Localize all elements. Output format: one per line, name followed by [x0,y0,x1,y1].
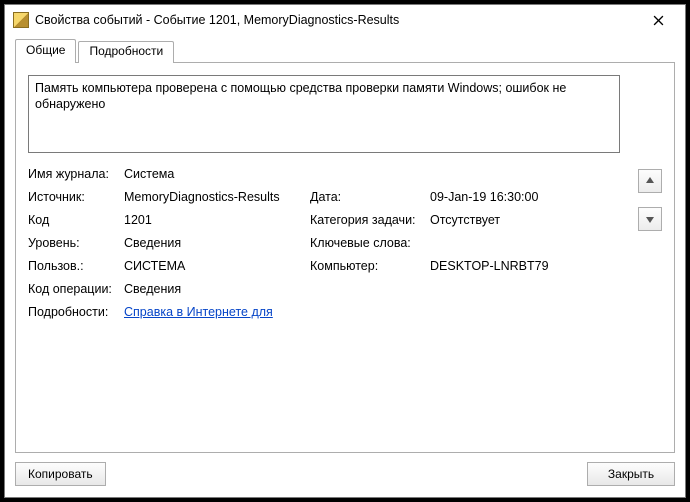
label-opcode: Код операции: [28,282,118,296]
label-level: Уровень: [28,236,118,250]
close-dialog-button[interactable]: Закрыть [587,462,675,486]
next-record-button[interactable] [638,207,662,231]
label-log-name: Имя журнала: [28,167,118,181]
label-computer: Компьютер: [310,259,424,273]
empty [430,305,580,319]
value-date: 09-Jan-19 16:30:00 [430,190,580,204]
value-opcode: Сведения [124,282,304,296]
label-keywords: Ключевые слова: [310,236,424,250]
close-button[interactable] [637,5,679,35]
copy-button[interactable]: Копировать [15,462,106,486]
tab-general[interactable]: Общие [15,39,76,63]
label-user: Пользов.: [28,259,118,273]
empty [310,305,424,319]
footer: Копировать Закрыть [15,459,675,489]
value-task-category: Отсутствует [430,213,580,227]
arrow-up-icon [645,176,655,186]
empty [430,167,580,181]
close-icon [653,15,664,26]
empty [310,282,424,296]
titlebar: Свойства событий - Событие 1201, MemoryD… [5,5,685,35]
value-event-id: 1201 [124,213,304,227]
label-more-info: Подробности: [28,305,118,319]
record-nav [638,169,662,231]
tabstrip: Общие Подробности [15,39,675,63]
value-source: MemoryDiagnostics-Results [124,190,304,204]
window-title: Свойства событий - Событие 1201, MemoryD… [35,13,637,27]
app-icon [13,12,29,28]
arrow-down-icon [645,214,655,224]
details-grid: Имя журнала: Система Источник: MemoryDia… [28,167,662,319]
tab-details[interactable]: Подробности [78,41,174,63]
online-help-link[interactable]: Справка в Интернете для [124,305,273,319]
content-area: Общие Подробности Память компьютера пров… [15,39,675,453]
value-user: СИСТЕМА [124,259,304,273]
event-message[interactable]: Память компьютера проверена с помощью ср… [28,75,620,153]
label-event-id: Код [28,213,118,227]
empty [430,282,580,296]
value-log-name: Система [124,167,304,181]
value-computer: DESKTOP-LNRBT79 [430,259,580,273]
label-date: Дата: [310,190,424,204]
value-level: Сведения [124,236,304,250]
event-properties-window: Свойства событий - Событие 1201, MemoryD… [4,4,686,498]
value-more-info: Справка в Интернете для [124,305,304,319]
prev-record-button[interactable] [638,169,662,193]
label-task-category: Категория задачи: [310,213,424,227]
empty [310,167,424,181]
value-keywords [430,236,580,250]
label-source: Источник: [28,190,118,204]
tabpanel-general: Память компьютера проверена с помощью ср… [15,62,675,453]
